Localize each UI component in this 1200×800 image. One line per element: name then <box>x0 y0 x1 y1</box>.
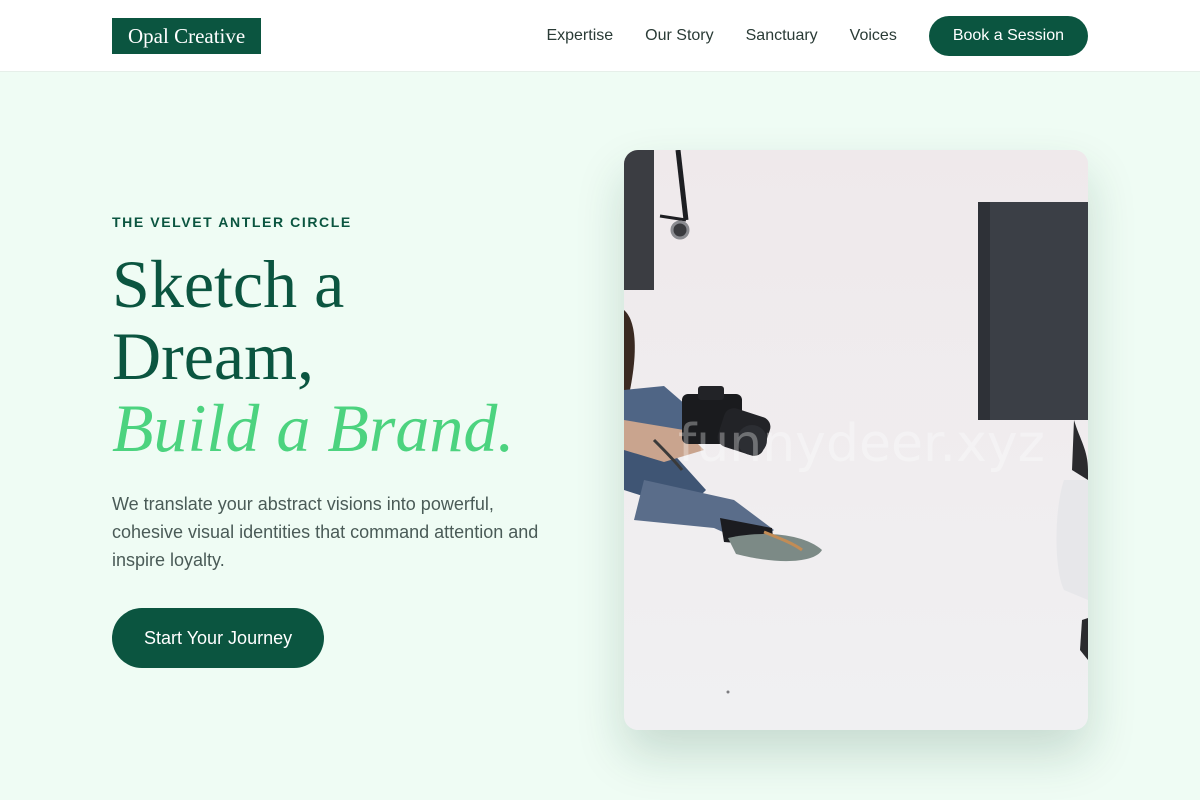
nav-link-sanctuary[interactable]: Sanctuary <box>746 27 818 45</box>
book-session-button[interactable]: Book a Session <box>928 16 1088 56</box>
top-navigation-bar: Opal Creative Expertise Our Story Sanctu… <box>0 0 1200 72</box>
hero-content: THE VELVET ANTLER CIRCLE Sketch a Dream,… <box>112 214 572 668</box>
photo-watermark: funnydeer.xyz <box>678 414 1045 474</box>
headline-line-2: Dream, <box>112 318 315 394</box>
hero-eyebrow: THE VELVET ANTLER CIRCLE <box>112 214 352 230</box>
headline-line-1: Sketch a <box>112 246 345 322</box>
nav-link-our-story[interactable]: Our Story <box>645 27 713 45</box>
headline-accent: Build a Brand. <box>112 390 515 466</box>
nav-link-expertise[interactable]: Expertise <box>546 27 613 45</box>
brand-logo[interactable]: Opal Creative <box>112 18 262 54</box>
nav-link-voices[interactable]: Voices <box>850 27 897 45</box>
hero-photo: funnydeer.xyz <box>624 150 1088 730</box>
start-journey-button[interactable]: Start Your Journey <box>112 608 325 668</box>
main-nav: Expertise Our Story Sanctuary Voices Boo… <box>546 16 1088 56</box>
hero-headline: Sketch a Dream, Build a Brand. <box>112 248 572 464</box>
hero-lead-text: We translate your abstract visions into … <box>112 494 539 570</box>
